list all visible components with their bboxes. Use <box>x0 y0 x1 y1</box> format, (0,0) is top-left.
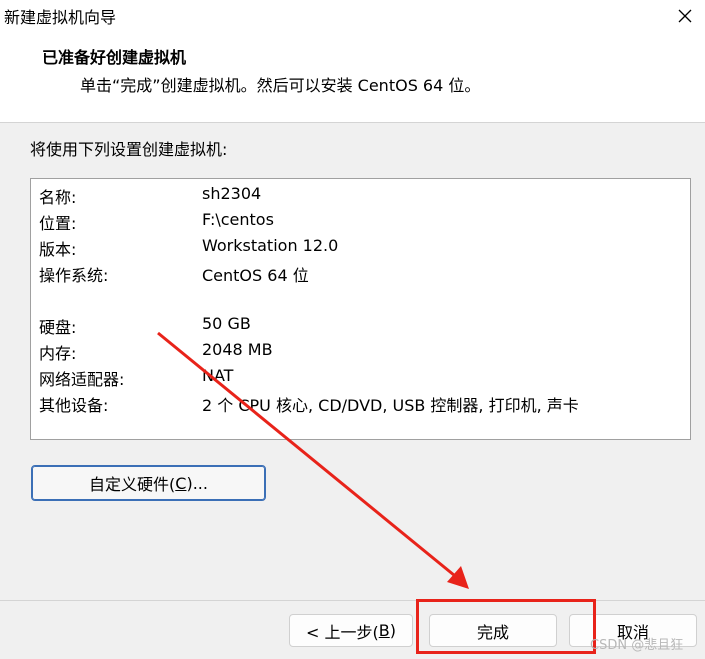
back-label-pre: < 上一步( <box>306 622 379 642</box>
back-accesskey: B <box>378 621 390 640</box>
customize-label-post: )... <box>186 473 208 493</box>
summary-label: 位置: <box>39 214 77 233</box>
cancel-label: 取消 <box>616 622 649 642</box>
back-label-post: ) <box>389 621 396 640</box>
back-button[interactable]: < 上一步(B) <box>289 614 413 647</box>
cancel-button[interactable]: 取消 <box>569 614 697 647</box>
finish-button[interactable]: 完成 <box>429 614 557 647</box>
title-bar: 新建虚拟机向导 <box>0 0 705 32</box>
window-title: 新建虚拟机向导 <box>4 8 117 27</box>
summary-value: 2048 MB <box>202 340 273 359</box>
summary-label: 操作系统: <box>39 266 109 285</box>
summary-label: 网络适配器: <box>39 370 125 389</box>
summary-label: 硬盘: <box>39 318 77 337</box>
summary-value: 50 GB <box>202 314 251 333</box>
header-title: 已准备好创建虚拟机 <box>42 48 187 67</box>
finish-label: 完成 <box>476 622 509 642</box>
wizard-header: 已准备好创建虚拟机 单击“完成”创建虚拟机。然后可以安装 CentOS 64 位… <box>0 32 705 123</box>
summary-label: 其他设备: <box>39 396 109 415</box>
customize-accesskey: C <box>175 473 187 493</box>
customize-hardware-button[interactable]: 自定义硬件(C)... <box>31 465 266 501</box>
header-subtitle: 单击“完成”创建虚拟机。然后可以安装 CentOS 64 位。 <box>80 76 481 95</box>
close-button[interactable] <box>665 0 705 32</box>
summary-label: 名称: <box>39 188 77 207</box>
summary-value: CentOS 64 位 <box>202 266 309 285</box>
footer-separator <box>0 600 705 601</box>
settings-label: 将使用下列设置创建虚拟机: <box>30 140 228 159</box>
summary-value: Workstation 12.0 <box>202 236 339 255</box>
summary-label: 内存: <box>39 344 77 363</box>
summary-value: NAT <box>202 366 234 385</box>
summary-value: 2 个 CPU 核心, CD/DVD, USB 控制器, 打印机, 声卡 <box>202 396 579 415</box>
summary-value: sh2304 <box>202 184 262 203</box>
settings-summary: 名称: sh2304 位置: F:\centos 版本: Workstation… <box>30 178 691 440</box>
summary-label: 版本: <box>39 240 77 259</box>
customize-label-pre: 自定义硬件( <box>89 475 176 494</box>
summary-value: F:\centos <box>202 210 274 229</box>
close-icon <box>678 9 692 23</box>
